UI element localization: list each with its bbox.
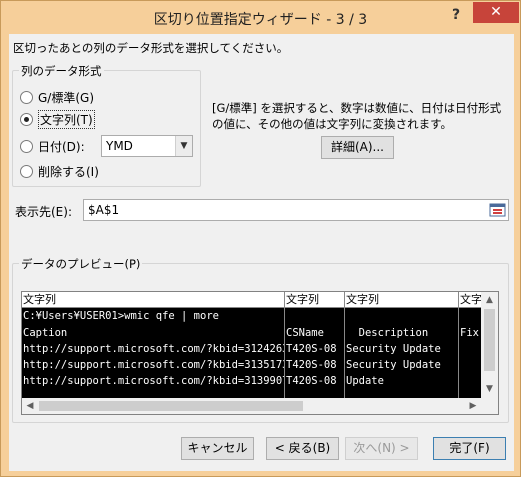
radio-date-circle[interactable] <box>20 139 33 153</box>
scroll-left-icon[interactable]: ◀ <box>23 399 37 413</box>
preview-row: http://support.microsoft.com/?kbid=31399… <box>22 373 482 389</box>
preview-header-col-3[interactable]: 文字列 <box>345 292 459 308</box>
help-button[interactable]: ? <box>442 4 470 26</box>
preview-cell: Fix <box>460 327 479 339</box>
column-separator[interactable] <box>458 292 459 398</box>
preview-cell: Security Update <box>346 343 441 355</box>
destination-field[interactable]: $A$1 <box>83 199 509 221</box>
preview-cell: C:¥Users¥USER01>wmic qfe | more <box>23 310 219 322</box>
dialog-body: 区切ったあとの列のデータ形式を選択してください。 列のデータ形式 G/標準(G)… <box>9 34 514 471</box>
data-format-group-label: 列のデータ形式 <box>19 63 104 79</box>
instruction-text: 区切ったあとの列のデータ形式を選択してください。 <box>13 41 289 55</box>
radio-date[interactable]: 日付(D): <box>20 137 85 155</box>
preview-row: http://support.microsoft.com/?kbid=31351… <box>22 357 482 373</box>
next-button[interactable]: 次へ(N) > <box>345 437 418 460</box>
radio-skip-circle[interactable] <box>20 164 33 178</box>
title-bar[interactable]: 区切り位置指定ウィザード - 3 / 3 ? ✕ <box>1 1 520 34</box>
preview-cell: http://support.microsoft.com/?kbid=31351… <box>23 359 284 371</box>
radio-general-circle[interactable] <box>20 90 33 104</box>
radio-skip-label: 削除する(I) <box>38 164 99 179</box>
format-description: [G/標準] を選択すると、数字は数値に、日付は日付形式の値に、その他の値は文字… <box>212 101 502 131</box>
preview-cell: T420S-08 <box>286 343 337 355</box>
preview-cell: Caption <box>23 327 68 339</box>
cancel-button[interactable]: キャンセル <box>181 437 254 460</box>
vertical-scroll-thumb[interactable] <box>484 309 495 371</box>
preview-header: 文字列 文字列 文字列 文字 <box>22 292 482 308</box>
column-separator[interactable] <box>344 292 345 398</box>
preview-header-col-1[interactable]: 文字列 <box>22 292 285 308</box>
column-separator[interactable] <box>284 292 285 398</box>
scroll-up-icon[interactable]: ▲ <box>484 293 495 307</box>
date-format-select[interactable]: YMD ▼ <box>101 135 193 157</box>
preview-row: Caption CSName Description Fix <box>22 325 482 341</box>
preview-cell: Security Update <box>346 359 441 371</box>
preview-cell: T420S-08 <box>286 375 337 387</box>
radio-general[interactable]: G/標準(G) <box>20 88 94 106</box>
preview-cell: http://support.microsoft.com/?kbid=31399… <box>23 375 284 387</box>
preview-cell: T420S-08 <box>286 359 337 371</box>
finish-button[interactable]: 完了(F) <box>433 437 506 460</box>
preview-cell: Description <box>346 327 429 339</box>
scroll-down-icon[interactable]: ▼ <box>484 382 495 396</box>
preview-vertical-scrollbar[interactable]: ▲ ▼ <box>481 292 498 398</box>
destination-value: $A$1 <box>88 203 120 217</box>
destination-label: 表示先(E): <box>15 205 72 219</box>
date-format-value: YMD <box>106 139 133 153</box>
radio-date-label: 日付(D): <box>38 139 85 154</box>
radio-text[interactable]: 文字列(T) <box>20 109 95 129</box>
data-preview-grid[interactable]: 文字列 文字列 文字列 文字 C:¥Users¥USER01>wmic qfe … <box>21 291 499 415</box>
preview-header-col-2[interactable]: 文字列 <box>285 292 345 308</box>
radio-skip[interactable]: 削除する(I) <box>20 162 99 180</box>
close-button[interactable]: ✕ <box>473 2 519 23</box>
radio-text-circle[interactable] <box>20 112 33 126</box>
scroll-right-icon[interactable]: ▶ <box>466 399 480 413</box>
advanced-button[interactable]: 詳細(A)... <box>321 136 394 159</box>
radio-text-label: 文字列(T) <box>38 109 95 129</box>
wizard-window: 区切り位置指定ウィザード - 3 / 3 ? ✕ 区切ったあとの列のデータ形式を… <box>0 0 521 477</box>
radio-general-label: G/標準(G) <box>38 90 95 105</box>
preview-cell: CSName <box>286 327 324 339</box>
preview-header-col-4[interactable]: 文字 <box>459 292 482 308</box>
back-button[interactable]: < 戻る(B) <box>266 437 339 460</box>
range-select-icon[interactable] <box>489 202 506 218</box>
preview-body: C:¥Users¥USER01>wmic qfe | more Caption … <box>22 308 482 398</box>
preview-row: http://support.microsoft.com/?kbid=31242… <box>22 341 482 357</box>
preview-row: C:¥Users¥USER01>wmic qfe | more <box>22 308 482 324</box>
horizontal-scroll-thumb[interactable] <box>39 401 303 411</box>
preview-cell: http://support.microsoft.com/?kbid=31242… <box>23 343 284 355</box>
preview-cell: Update <box>346 375 384 387</box>
preview-horizontal-scrollbar[interactable]: ◀ ▶ <box>22 398 498 414</box>
data-preview-group-label: データのプレビュー(P) <box>19 256 143 272</box>
chevron-down-icon[interactable]: ▼ <box>175 136 192 156</box>
